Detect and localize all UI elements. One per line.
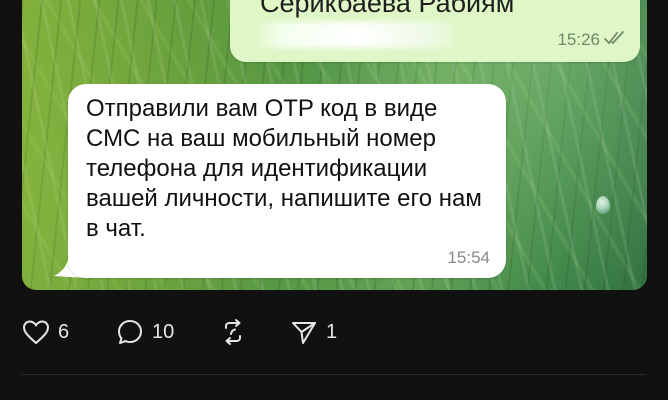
outgoing-message-bubble: Серикбаева Рабиям 15:26 xyxy=(230,0,640,62)
post-actions: 6 10 1 xyxy=(22,314,422,350)
reply-count: 10 xyxy=(152,320,175,343)
message-sender-text: Серикбаева Рабиям xyxy=(260,0,515,18)
comment-icon xyxy=(118,320,142,344)
double-check-icon xyxy=(604,31,624,45)
repost-icon xyxy=(225,319,241,345)
reply-button[interactable]: 10 xyxy=(116,314,174,350)
outgoing-message-time: 15:26 xyxy=(557,30,600,49)
incoming-message-bubble: Отправили вам OTP код в виде СМС на ваш … xyxy=(68,84,506,278)
share-button[interactable]: 1 xyxy=(290,314,337,350)
incoming-message-text: Отправили вам OTP код в виде СМС на ваш … xyxy=(86,95,482,242)
like-count: 6 xyxy=(58,320,70,343)
divider xyxy=(22,374,646,375)
heart-icon xyxy=(22,320,50,345)
incoming-message-time: 15:54 xyxy=(447,248,490,267)
redacted-phone xyxy=(252,22,462,48)
water-drop xyxy=(596,196,610,214)
send-icon xyxy=(292,322,316,344)
like-button[interactable]: 6 xyxy=(22,314,69,350)
post-image[interactable]: Серикбаева Рабиям 15:26 Отправили вам OT… xyxy=(22,0,647,290)
repost-button[interactable] xyxy=(218,314,248,350)
share-count: 1 xyxy=(326,320,338,343)
